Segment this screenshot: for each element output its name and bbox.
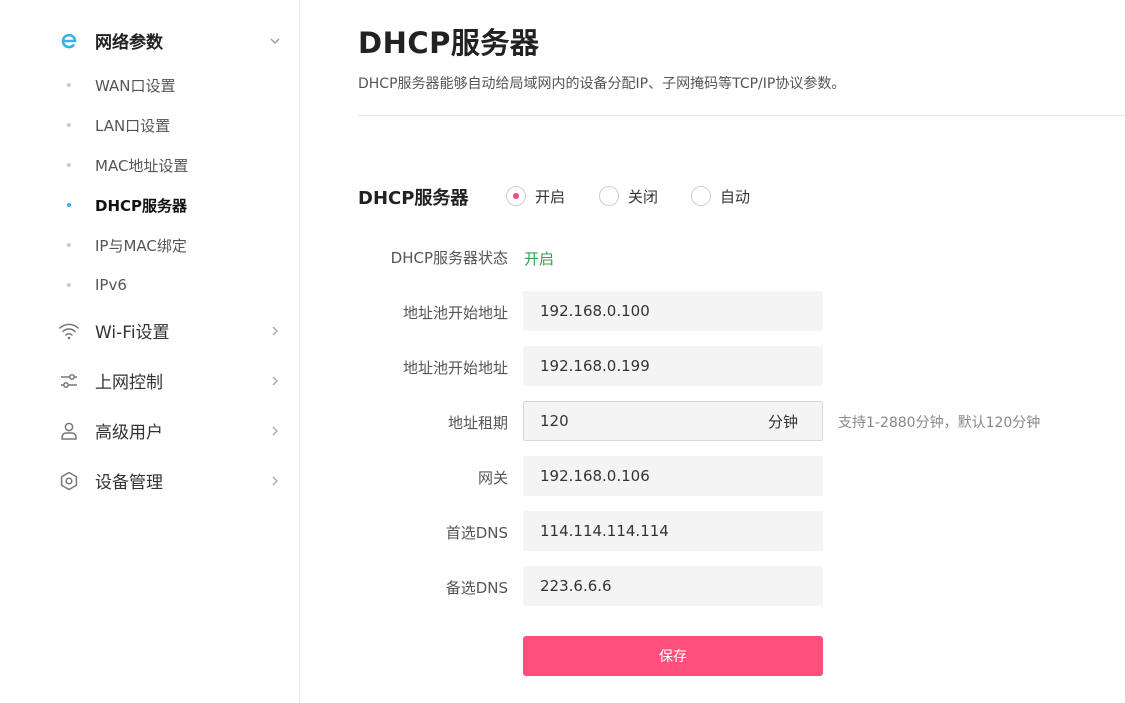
sidebar-group-label: 高级用户 xyxy=(95,422,163,443)
bullet-dot xyxy=(67,163,71,167)
radio-label: 关闭 xyxy=(628,187,659,206)
e-logo-icon xyxy=(58,30,80,52)
radio-off[interactable]: 关闭 xyxy=(599,185,658,207)
dns-primary-value: 114.114.114.114 xyxy=(540,522,669,540)
pool-end-label: 地址池开始地址 xyxy=(402,359,508,377)
dns-primary-input[interactable]: 114.114.114.114 xyxy=(523,511,823,551)
chevron-down-icon xyxy=(268,33,282,47)
bullet-dot xyxy=(67,123,71,127)
sliders-icon xyxy=(58,370,80,392)
sidebar-item-label: DHCP服务器 xyxy=(95,196,188,215)
dns-primary-label: 首选DNS xyxy=(445,524,508,542)
pool-end-input[interactable]: 192.168.0.199 xyxy=(523,346,823,386)
pool-start-input[interactable]: 192.168.0.100 xyxy=(523,291,823,331)
sidebar-group-network[interactable]: 网络参数 xyxy=(0,20,300,60)
sidebar-item-ipv6[interactable]: IPv6 xyxy=(0,269,300,301)
main-content: DHCP服务器 DHCP服务器能够自动给局域网内的设备分配IP、子网掩码等TCP… xyxy=(358,0,1125,703)
status-label: DHCP服务器状态 xyxy=(390,249,508,267)
pool-start-label: 地址池开始地址 xyxy=(402,304,508,322)
radio-auto[interactable]: 自动 xyxy=(691,185,750,207)
radio-on[interactable]: 开启 xyxy=(506,185,565,207)
page-title: DHCP服务器 xyxy=(358,26,540,60)
radio-label: 开启 xyxy=(535,187,566,206)
sidebar-item-wan[interactable]: WAN口设置 xyxy=(0,69,300,101)
dns-secondary-input[interactable]: 223.6.6.6 xyxy=(523,566,823,606)
chevron-right-icon xyxy=(268,473,282,487)
sidebar-group-wifi[interactable]: Wi-Fi设置 xyxy=(0,310,300,350)
sidebar-item-mac[interactable]: MAC地址设置 xyxy=(0,149,300,181)
radio-label: 自动 xyxy=(720,187,751,206)
status-value: 开启 xyxy=(524,250,555,268)
sidebar-group-device-management[interactable]: 设备管理 xyxy=(0,460,300,500)
gateway-label: 网关 xyxy=(477,469,508,487)
save-button[interactable]: 保存 xyxy=(523,636,823,676)
sidebar-item-label: LAN口设置 xyxy=(95,116,171,135)
pool-end-value: 192.168.0.199 xyxy=(540,357,650,375)
pool-start-value: 192.168.0.100 xyxy=(540,302,650,320)
radio-circle xyxy=(691,186,711,206)
chevron-right-icon xyxy=(268,423,282,437)
sidebar-item-label: IP与MAC绑定 xyxy=(95,236,187,255)
chevron-right-icon xyxy=(268,373,282,387)
lease-unit: 分钟 xyxy=(767,412,798,431)
sidebar-group-access-control[interactable]: 上网控制 xyxy=(0,360,300,400)
sidebar-group-label: 网络参数 xyxy=(95,32,163,53)
sidebar-group-label: 上网控制 xyxy=(95,372,163,393)
radio-circle xyxy=(599,186,619,206)
bullet-dot xyxy=(67,243,71,247)
page-description: DHCP服务器能够自动给局域网内的设备分配IP、子网掩码等TCP/IP协议参数。 xyxy=(358,76,846,92)
sidebar-group-advanced-user[interactable]: 高级用户 xyxy=(0,410,300,450)
sidebar-item-label: IPv6 xyxy=(95,276,127,294)
sidebar-item-ip-mac-binding[interactable]: IP与MAC绑定 xyxy=(0,229,300,261)
sidebar-item-dhcp[interactable]: DHCP服务器 xyxy=(0,189,300,221)
sidebar-group-label: 设备管理 xyxy=(95,472,163,493)
bullet-dot xyxy=(67,83,71,87)
sidebar-group-label: Wi-Fi设置 xyxy=(95,322,170,343)
wifi-icon xyxy=(58,320,80,342)
sidebar: 网络参数 WAN口设置 LAN口设置 MAC地址设置 DHCP服务器 IP与MA… xyxy=(0,0,300,703)
sidebar-item-label: WAN口设置 xyxy=(95,76,176,95)
lease-value: 120 xyxy=(540,412,569,430)
chevron-right-icon xyxy=(268,323,282,337)
sidebar-item-label: MAC地址设置 xyxy=(95,156,189,175)
lease-hint: 支持1-2880分钟，默认120分钟 xyxy=(838,415,1041,431)
dns-secondary-label: 备选DNS xyxy=(445,579,508,597)
lease-label: 地址租期 xyxy=(447,414,508,432)
user-icon xyxy=(58,420,80,442)
radio-circle xyxy=(506,186,526,206)
bullet-dot xyxy=(67,283,71,287)
dhcp-mode-label: DHCP服务器 xyxy=(358,188,469,209)
gateway-input[interactable]: 192.168.0.106 xyxy=(523,456,823,496)
gear-icon xyxy=(58,470,80,492)
dns-secondary-value: 223.6.6.6 xyxy=(540,577,612,595)
bullet-dot xyxy=(67,203,71,207)
gateway-value: 192.168.0.106 xyxy=(540,467,650,485)
divider xyxy=(358,115,1125,116)
sidebar-item-lan[interactable]: LAN口设置 xyxy=(0,109,300,141)
lease-input[interactable]: 120 分钟 xyxy=(523,401,823,441)
